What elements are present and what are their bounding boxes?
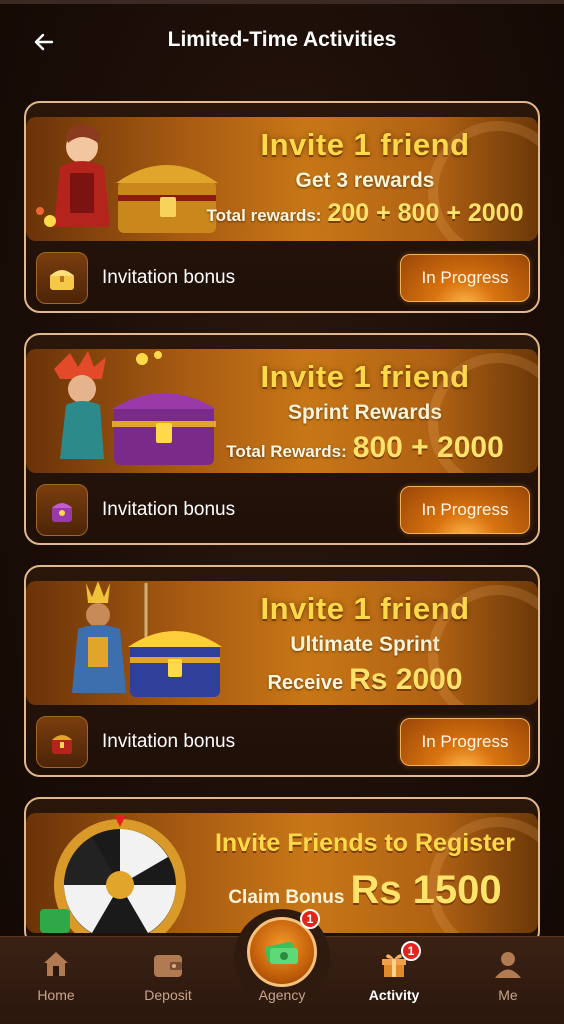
bonus-icon [36, 252, 88, 304]
invitation-bonus-label: Invitation bonus [102, 731, 236, 752]
back-button[interactable] [22, 22, 66, 62]
bottom-tab-bar: Home Deposit 1 Agency 1 Activity Me [0, 909, 564, 1024]
in-progress-button[interactable]: In Progress [400, 486, 530, 534]
receive-value: Rs 2000 [349, 663, 463, 696]
invitation-bonus-label: Invitation bonus [102, 267, 236, 288]
money-icon [265, 941, 298, 964]
tab-activity[interactable]: 1 Activity [338, 937, 450, 1024]
bonus-icon [36, 716, 88, 768]
tab-home[interactable]: Home [0, 937, 112, 1024]
agency-notification-badge: 1 [300, 909, 320, 929]
bonus-icon [36, 484, 88, 536]
activity-card-1[interactable]: Invite 1 friend Get 3 rewards Total rewa… [24, 101, 540, 313]
red-chest-icon [52, 735, 72, 754]
banner-title: Invite 1 friend [260, 127, 470, 162]
in-progress-button[interactable]: In Progress [400, 254, 530, 302]
tab-deposit-label: Deposit [144, 987, 192, 1003]
tab-deposit[interactable]: Deposit [112, 937, 224, 1024]
banner-title: Invite 1 friend [260, 359, 470, 394]
banner-title: Invite Friends to Register [214, 829, 516, 857]
receive-label: Receive [267, 672, 344, 694]
total-rewards-value: 800 + 2000 [352, 431, 504, 464]
wallet-icon [154, 955, 182, 977]
tab-agency-label: Agency [258, 987, 306, 1003]
user-icon [495, 952, 521, 978]
activity-banner[interactable]: Invite 1 friend Get 3 rewards Total rewa… [26, 117, 538, 241]
tab-me-label: Me [498, 987, 518, 1003]
agency-badge-count: 1 [300, 909, 320, 929]
invitation-bonus-label: Invitation bonus [102, 499, 236, 520]
banner-subtitle: Ultimate Sprint [290, 633, 440, 656]
in-progress-button[interactable]: In Progress [400, 718, 530, 766]
page-title: Limited-Time Activities [167, 28, 397, 51]
home-icon [44, 952, 68, 976]
activity-banner[interactable]: Invite 1 friend Sprint Rewards Total Rew… [26, 349, 538, 473]
banner-title: Invite 1 friend [260, 591, 470, 626]
gem-chest-icon [52, 503, 72, 522]
arrow-left-icon [34, 33, 54, 51]
activity-card-3[interactable]: Invite 1 friend Ultimate Sprint Receive … [24, 565, 540, 777]
tab-home-label: Home [37, 987, 75, 1003]
claim-bonus-value: Rs 1500 [350, 868, 502, 912]
tab-me[interactable]: Me [452, 937, 564, 1024]
total-rewards-label: Total Rewards: [226, 442, 347, 461]
banner-subtitle: Sprint Rewards [287, 401, 443, 424]
activity-badge-count: 1 [401, 941, 421, 961]
banner-subtitle: Get 3 rewards [295, 169, 435, 192]
claim-bonus-label: Claim Bonus [228, 887, 345, 908]
tab-activity-label: Activity [368, 987, 420, 1003]
gold-chest-icon [50, 270, 74, 290]
activity-card-2[interactable]: Invite 1 friend Sprint Rewards Total Rew… [24, 333, 540, 545]
total-rewards-value: 200 + 800 + 2000 [327, 199, 524, 227]
total-rewards-label: Total rewards: [206, 206, 322, 225]
header: Limited-Time Activities [0, 4, 564, 76]
activity-banner[interactable]: Invite 1 friend Ultimate Sprint Receive … [26, 581, 538, 705]
